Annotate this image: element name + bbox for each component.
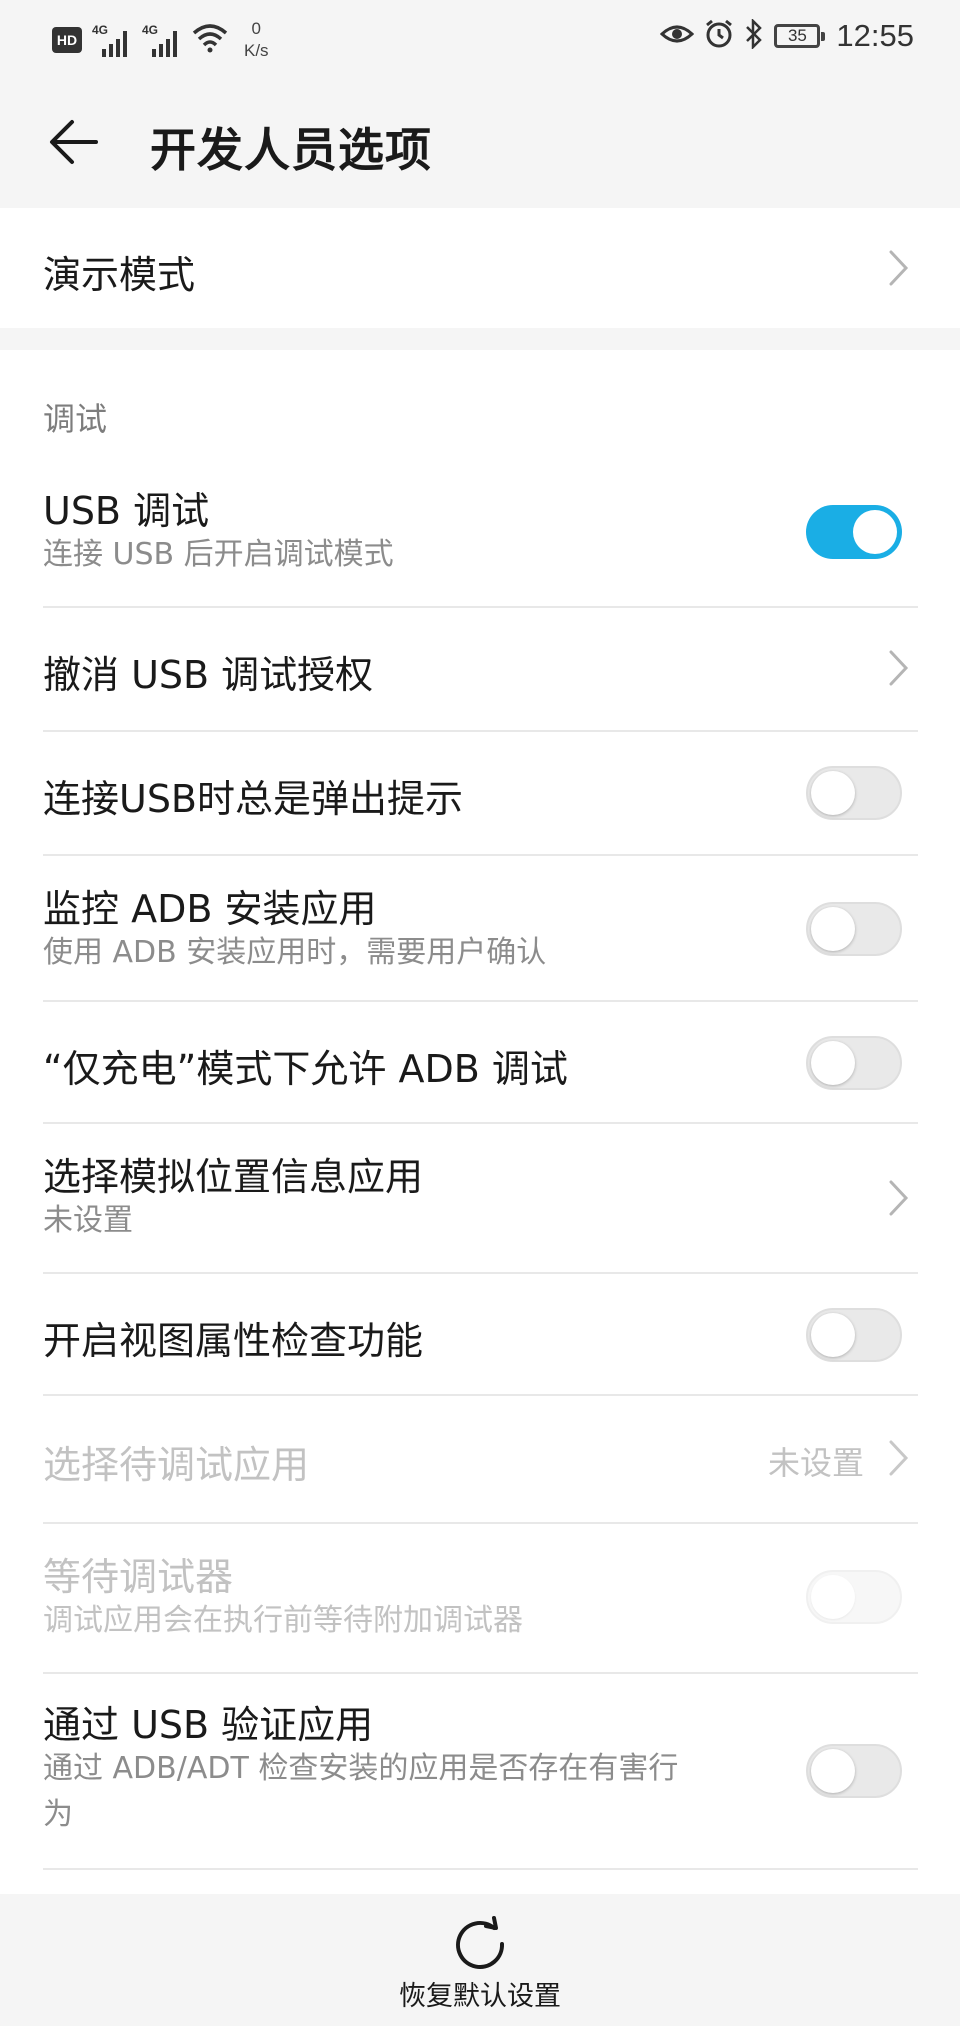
usb-prompt-item[interactable]: 连接USB时总是弹出提示 <box>43 732 918 854</box>
section-header-debug: 调试 <box>43 400 108 438</box>
usb-prompt-toggle[interactable] <box>806 766 902 820</box>
verify-apps-usb-item[interactable]: 通过 USB 验证应用 通过 ADB/ADT 检查安装的应用是否存在有害行 为 <box>43 1674 918 1868</box>
usb-debugging-toggle[interactable] <box>806 505 902 559</box>
monitor-adb-install-subtitle: 使用 ADB 安装应用时，需要用户确认 <box>43 935 547 970</box>
wait-for-debugger-toggle[interactable] <box>806 1570 902 1624</box>
bottom-bar: 恢复默认设置 <box>0 1894 960 2026</box>
select-debug-app-value: 未设置 <box>767 1444 864 1482</box>
refresh-icon <box>456 1916 505 1969</box>
signal-icon-sim2: 4G <box>142 23 182 57</box>
reset-defaults-button[interactable]: 恢复默认设置 <box>380 1914 580 2018</box>
battery-icon: 35 <box>774 24 826 48</box>
charge-only-adb-toggle[interactable] <box>806 1036 902 1090</box>
usb-debugging-item[interactable]: USB 调试 连接 USB 后开启调试模式 <box>43 470 918 606</box>
hd-badge: HD <box>52 27 82 53</box>
monitor-adb-install-title: 监控 ADB 安装应用 <box>43 887 377 931</box>
charge-only-adb-title: “仅充电”模式下允许 ADB 调试 <box>43 1047 568 1091</box>
monitor-adb-install-item[interactable]: 监控 ADB 安装应用 使用 ADB 安装应用时，需要用户确认 <box>43 856 918 1004</box>
chevron-right-icon <box>889 1440 909 1476</box>
view-attribute-inspection-title: 开启视图属性检查功能 <box>43 1319 424 1363</box>
bluetooth-icon <box>744 17 764 53</box>
status-left: HD 4G 4G 0 K/s <box>52 18 269 62</box>
verify-apps-usb-title: 通过 USB 验证应用 <box>43 1703 374 1747</box>
view-attribute-inspection-toggle[interactable] <box>806 1308 902 1362</box>
usb-debugging-subtitle: 连接 USB 后开启调试模式 <box>43 537 394 572</box>
verify-apps-usb-toggle[interactable] <box>806 1744 902 1798</box>
back-button[interactable] <box>44 112 104 172</box>
verify-apps-usb-subtitle-line1: 通过 ADB/ADT 检查安装的应用是否存在有害行 <box>43 1751 679 1786</box>
divider <box>43 1868 918 1870</box>
revoke-usb-auth-item[interactable]: 撤消 USB 调试授权 <box>43 608 918 730</box>
wait-for-debugger-subtitle: 调试应用会在执行前等待附加调试器 <box>43 1603 523 1638</box>
status-bar: HD 4G 4G 0 K/s 35 12:55 <box>0 0 960 82</box>
wait-for-debugger-title: 等待调试器 <box>43 1555 234 1599</box>
debug-card: 调试 USB 调试 连接 USB 后开启调试模式 撤消 USB 调试授权 连接U… <box>0 350 960 1894</box>
demo-mode-item[interactable]: 演示模式 <box>43 208 918 328</box>
wifi-icon <box>192 23 228 57</box>
status-right: 35 12:55 <box>660 17 914 54</box>
revoke-usb-auth-title: 撤消 USB 调试授权 <box>43 653 374 697</box>
usb-prompt-title: 连接USB时总是弹出提示 <box>43 777 464 821</box>
wait-for-debugger-item[interactable]: 等待调试器 调试应用会在执行前等待附加调试器 <box>43 1524 918 1672</box>
mock-location-title: 选择模拟位置信息应用 <box>43 1155 424 1199</box>
chevron-right-icon <box>889 1180 909 1216</box>
select-debug-app-title: 选择待调试应用 <box>43 1443 310 1487</box>
verify-apps-usb-subtitle-line2: 为 <box>43 1797 73 1832</box>
alarm-icon <box>704 19 734 53</box>
monitor-adb-install-toggle[interactable] <box>806 902 902 956</box>
back-arrow-icon <box>50 120 98 164</box>
demo-mode-label: 演示模式 <box>43 253 196 297</box>
select-debug-app-item[interactable]: 选择待调试应用 未设置 <box>43 1396 918 1522</box>
usb-debugging-title: USB 调试 <box>43 489 210 533</box>
title-bar: 开发人员选项 <box>0 82 960 208</box>
clock: 12:55 <box>836 18 914 53</box>
eye-icon <box>660 20 695 52</box>
demo-mode-card: 演示模式 <box>0 208 960 328</box>
chevron-right-icon <box>889 650 909 686</box>
charge-only-adb-item[interactable]: “仅充电”模式下允许 ADB 调试 <box>43 1002 918 1124</box>
mock-location-item[interactable]: 选择模拟位置信息应用 未设置 <box>43 1124 918 1272</box>
view-attribute-inspection-item[interactable]: 开启视图属性检查功能 <box>43 1274 918 1396</box>
net-speed: 0 K/s <box>244 19 269 60</box>
reset-defaults-label: 恢复默认设置 <box>399 1981 561 2012</box>
chevron-right-icon <box>889 250 909 286</box>
page-title: 开发人员选项 <box>150 123 432 177</box>
signal-icon-sim1: 4G <box>92 23 132 57</box>
mock-location-subtitle: 未设置 <box>43 1203 133 1238</box>
